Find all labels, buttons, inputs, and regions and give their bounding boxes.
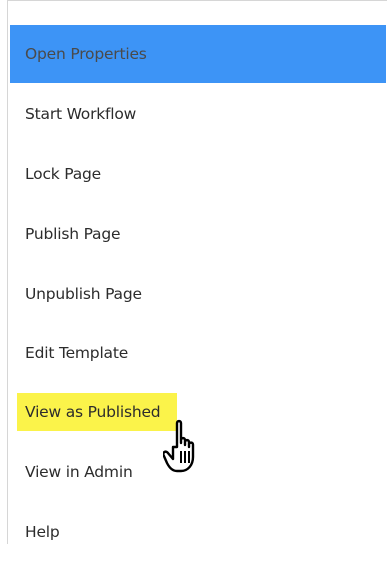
menu-item-label: Unpublish Page [25,285,142,303]
menu-item-label: Edit Template [25,344,129,362]
menu-item-label: Lock Page [25,165,101,183]
menu-item-edit-template[interactable]: Edit Template [10,324,386,382]
hand-pointer-icon [163,419,195,473]
menu-item-unpublish-page[interactable]: Unpublish Page [10,265,386,323]
menu-item-open-properties[interactable]: Open Properties [10,25,386,83]
menu-item-lock-page[interactable]: Lock Page [10,145,386,203]
menu-item-label: View as Published [17,393,178,431]
menu-item-publish-page[interactable]: Publish Page [10,205,386,263]
menu-item-start-workflow[interactable]: Start Workflow [10,85,386,143]
menu-item-label: View in Admin [25,463,133,481]
menu-item-label: Open Properties [25,45,147,63]
menu-item-help[interactable]: Help [10,503,386,561]
menu-item-label: Publish Page [25,225,121,243]
menu-item-label: Start Workflow [25,105,137,123]
menu-item-label: Help [25,523,60,541]
